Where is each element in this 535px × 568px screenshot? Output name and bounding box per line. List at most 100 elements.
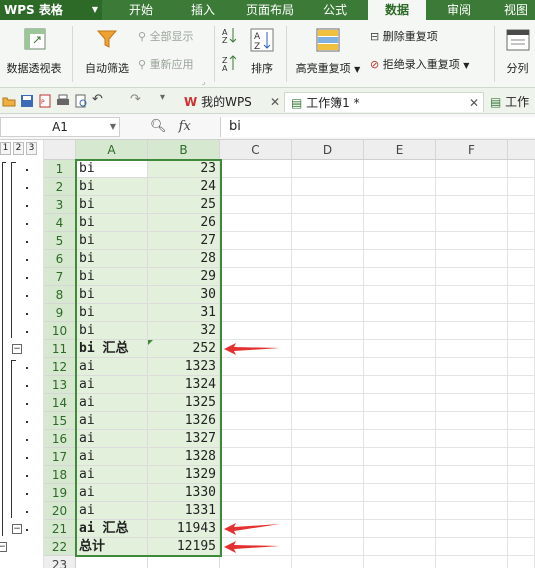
cell-a[interactable]: 总计: [76, 538, 148, 556]
row-header[interactable]: 15: [44, 412, 76, 430]
empty-cell[interactable]: [436, 286, 508, 304]
cell-a[interactable]: bi: [76, 304, 148, 322]
empty-cell[interactable]: [220, 178, 292, 196]
cell-b[interactable]: 252: [148, 340, 220, 358]
cell-b[interactable]: 32: [148, 322, 220, 340]
sort-descending-button[interactable]: Z A: [222, 54, 237, 73]
highlight-duplicates-button[interactable]: 高亮重复项 ▼: [290, 24, 366, 82]
empty-cell[interactable]: [292, 430, 364, 448]
empty-cell[interactable]: [436, 340, 508, 358]
empty-cell[interactable]: [220, 286, 292, 304]
empty-cell[interactable]: [364, 448, 436, 466]
empty-cell[interactable]: [292, 214, 364, 232]
cell-a[interactable]: bi: [76, 322, 148, 340]
empty-cell[interactable]: [436, 214, 508, 232]
row-header[interactable]: 11: [44, 340, 76, 358]
select-all-corner[interactable]: [44, 140, 76, 160]
undo-icon[interactable]: ↶: [92, 92, 106, 107]
row-header[interactable]: 8: [44, 286, 76, 304]
empty-cell[interactable]: [508, 340, 535, 358]
column-header-d[interactable]: D: [292, 140, 364, 160]
empty-cell[interactable]: [292, 160, 364, 178]
print-preview-icon[interactable]: [74, 94, 88, 108]
empty-cell[interactable]: [292, 340, 364, 358]
empty-cell[interactable]: [292, 232, 364, 250]
empty-cell[interactable]: [508, 430, 535, 448]
row-header[interactable]: 9: [44, 304, 76, 322]
cell-b[interactable]: 29: [148, 268, 220, 286]
collapse-group-button[interactable]: −: [0, 542, 7, 552]
empty-cell[interactable]: [364, 520, 436, 538]
empty-cell[interactable]: [436, 232, 508, 250]
empty-cell[interactable]: [508, 484, 535, 502]
empty-cell[interactable]: [508, 520, 535, 538]
cell-a[interactable]: ai 汇总: [76, 520, 148, 538]
empty-cell[interactable]: [292, 286, 364, 304]
empty-cell[interactable]: [364, 322, 436, 340]
row-header[interactable]: 5: [44, 232, 76, 250]
cell-a[interactable]: bi: [76, 232, 148, 250]
row-header[interactable]: 4: [44, 214, 76, 232]
tab-formula[interactable]: 公式: [312, 0, 358, 20]
empty-cell[interactable]: [364, 394, 436, 412]
empty-cell[interactable]: [364, 556, 436, 568]
cell-a[interactable]: ai: [76, 466, 148, 484]
empty-cell[interactable]: [292, 448, 364, 466]
row-header[interactable]: 16: [44, 430, 76, 448]
sort-button[interactable]: A Z 排序: [244, 24, 280, 82]
empty-cell[interactable]: [508, 286, 535, 304]
empty-cell[interactable]: [220, 196, 292, 214]
empty-cell[interactable]: [436, 448, 508, 466]
empty-cell[interactable]: [436, 520, 508, 538]
row-header[interactable]: 17: [44, 448, 76, 466]
row-header[interactable]: 7: [44, 268, 76, 286]
empty-cell[interactable]: [364, 502, 436, 520]
empty-cell[interactable]: [436, 484, 508, 502]
empty-cell[interactable]: [292, 466, 364, 484]
empty-cell[interactable]: [508, 160, 535, 178]
cell-b[interactable]: 28: [148, 250, 220, 268]
empty-cell[interactable]: [364, 466, 436, 484]
empty-cell[interactable]: [436, 430, 508, 448]
empty-cell[interactable]: [220, 394, 292, 412]
row-header[interactable]: 2: [44, 178, 76, 196]
outline-level-2-button[interactable]: 2: [13, 142, 24, 155]
empty-cell[interactable]: [436, 178, 508, 196]
column-header-g[interactable]: [508, 140, 535, 160]
row-header[interactable]: 3: [44, 196, 76, 214]
empty-cell[interactable]: [364, 376, 436, 394]
cell-b[interactable]: 1324: [148, 376, 220, 394]
app-menu-button[interactable]: WPS 表格 ▼: [0, 0, 102, 20]
cell-a[interactable]: ai: [76, 430, 148, 448]
empty-cell[interactable]: [364, 196, 436, 214]
empty-cell[interactable]: [508, 304, 535, 322]
tab-data[interactable]: 数据: [368, 0, 426, 20]
close-icon[interactable]: ✕: [270, 92, 280, 112]
empty-cell[interactable]: [292, 304, 364, 322]
pdf-export-icon[interactable]: P: [38, 94, 52, 108]
empty-cell[interactable]: [220, 502, 292, 520]
empty-cell[interactable]: [292, 196, 364, 214]
empty-cell[interactable]: [508, 178, 535, 196]
empty-cell[interactable]: [364, 340, 436, 358]
tab-home[interactable]: 开始: [116, 0, 166, 20]
empty-cell[interactable]: [220, 304, 292, 322]
autofilter-button[interactable]: 自动筛选: [78, 24, 136, 82]
outline-level-1-button[interactable]: 1: [0, 142, 11, 155]
empty-cell[interactable]: [220, 250, 292, 268]
empty-cell[interactable]: [292, 520, 364, 538]
empty-cell[interactable]: [292, 484, 364, 502]
cell-a[interactable]: [76, 556, 148, 568]
empty-cell[interactable]: [436, 466, 508, 484]
cell-b[interactable]: 30: [148, 286, 220, 304]
cell-b[interactable]: 1327: [148, 430, 220, 448]
empty-cell[interactable]: [436, 268, 508, 286]
empty-cell[interactable]: [220, 160, 292, 178]
cell-a[interactable]: bi: [76, 268, 148, 286]
empty-cell[interactable]: [220, 214, 292, 232]
empty-cell[interactable]: [436, 376, 508, 394]
cell-a[interactable]: ai: [76, 358, 148, 376]
reject-duplicates-button[interactable]: ⊘ 拒绝录入重复项 ▼: [370, 56, 469, 72]
row-header[interactable]: 22: [44, 538, 76, 556]
pivot-table-button[interactable]: 数据透视表: [2, 24, 66, 82]
